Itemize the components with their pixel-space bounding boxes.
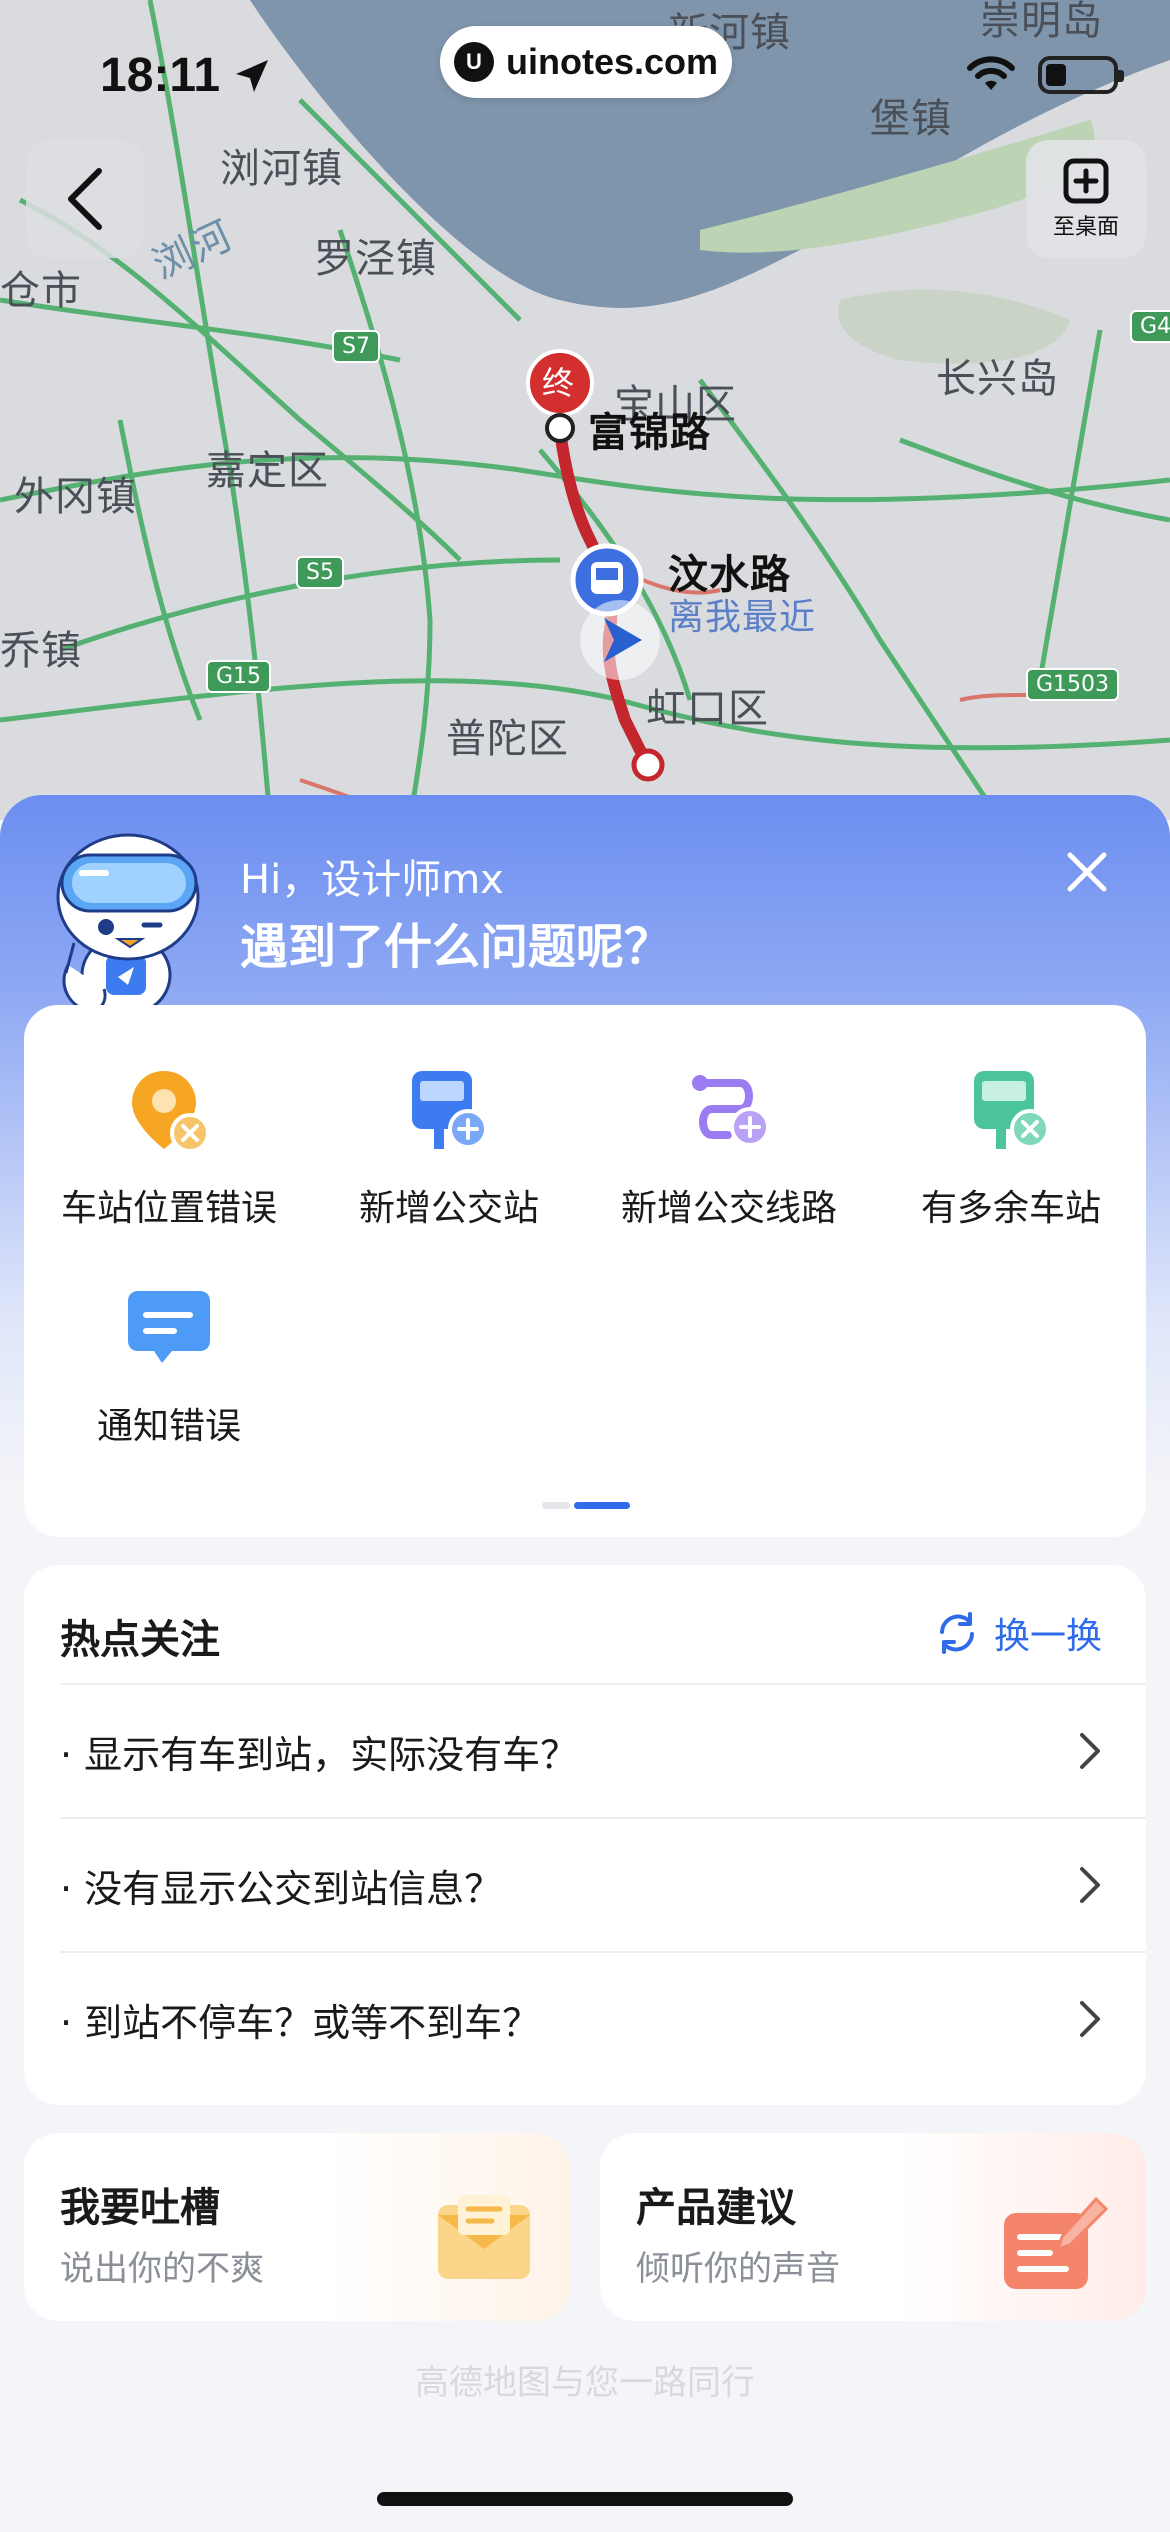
back-button[interactable] <box>26 140 144 258</box>
map-label-jiading: 嘉定区 <box>206 448 329 494</box>
map-canvas <box>0 0 1170 820</box>
refresh-button[interactable]: 换一换 <box>936 1607 1102 1659</box>
add-to-desktop-label: 至桌面 <box>1052 215 1119 240</box>
map-label-baozhen: 堡镇 <box>870 96 952 142</box>
hot-topic-row[interactable]: · 没有显示公交到站信息？ <box>60 1817 1146 1951</box>
refresh-icon <box>939 1612 974 1654</box>
map-label-putuo: 普陀区 <box>446 716 569 762</box>
option-label: 新增公交线路 <box>620 1188 837 1229</box>
greeting-question: 遇到了什么问题呢？ <box>240 919 673 975</box>
hot-topic-row[interactable]: · 显示有车到站，实际没有车？ <box>60 1683 1146 1817</box>
map-label-qiao: 乔镇 <box>0 628 82 674</box>
wifi-icon <box>967 56 1015 90</box>
hot-topic-text: · 没有显示公交到站信息？ <box>60 1866 503 1911</box>
page-dot <box>542 1502 570 1509</box>
watermark-badge: U uinotes.com <box>440 26 732 98</box>
location-arrow-icon <box>236 60 268 92</box>
redundant-stop-icon <box>974 1071 1050 1149</box>
refresh-label: 换一换 <box>993 1616 1102 1657</box>
map-label-luojing: 罗泾镇 <box>314 236 437 282</box>
add-to-desktop-button[interactable]: 至桌面 <box>1026 140 1146 258</box>
option-label: 通知错误 <box>96 1406 241 1447</box>
location-error-icon <box>132 1071 210 1153</box>
home-indicator <box>377 2492 793 2506</box>
page-dot-active <box>574 1502 630 1509</box>
chevron-left-icon <box>68 168 102 230</box>
suggest-subtitle: 倾听你的声音 <box>636 2249 840 2289</box>
map-label-fujinlu: 富锦路 <box>588 410 711 456</box>
road-shield-s5: S5 <box>296 556 344 589</box>
option-label: 有多余车站 <box>920 1188 1101 1229</box>
hot-topics-title: 热点关注 <box>60 1617 220 1663</box>
option-add-bus-stop[interactable]: 新增公交站 <box>314 1065 584 1231</box>
hot-topic-row[interactable]: · 到站不停车？或等不到车？ <box>60 1951 1146 2085</box>
option-add-bus-route[interactable]: 新增公交线路 <box>594 1065 864 1231</box>
map-view[interactable]: 新河镇 堡镇 崇明岛 浏河镇 浏河 罗泾镇 仓市 宝山区 富锦路 长兴岛 嘉定区… <box>0 0 1170 820</box>
option-redundant-stop[interactable]: 有多余车站 <box>876 1065 1146 1231</box>
road-shield-g1503: G1503 <box>1026 668 1120 701</box>
chevron-right-icon <box>1080 1733 1100 1769</box>
page-indicator <box>542 1502 630 1509</box>
close-icon[interactable] <box>1060 845 1114 899</box>
map-label-changxing: 长兴岛 <box>936 356 1059 402</box>
option-label: 车站位置错误 <box>60 1188 277 1229</box>
map-label-cangshi: 仓市 <box>0 268 82 314</box>
chevron-right-icon <box>1080 2001 1100 2037</box>
map-label-liuhe: 浏河镇 <box>220 146 343 192</box>
road-shield-s7: S7 <box>332 330 380 363</box>
status-time: 18:11 <box>100 49 221 102</box>
complain-subtitle: 说出你的不爽 <box>60 2249 264 2289</box>
hot-topic-text: · 显示有车到站，实际没有车？ <box>60 1732 579 1777</box>
road-shield-g15: G15 <box>206 660 272 693</box>
watermark-text: uinotes.com <box>505 41 719 82</box>
road-shield-g4: G4 <box>1130 310 1170 343</box>
map-label-hongkou: 虹口区 <box>646 686 769 732</box>
edit-icon <box>1004 2196 1109 2289</box>
option-label: 新增公交站 <box>358 1188 539 1229</box>
greeting-text: Hi，设计师mx <box>240 857 504 903</box>
notice-error-icon <box>128 1291 210 1363</box>
chevron-right-icon <box>1080 1867 1100 1903</box>
map-label-nearest: 离我最近 <box>668 597 817 638</box>
complain-card[interactable]: 我要吐槽 说出你的不爽 <box>24 2133 570 2321</box>
plus-square-icon <box>1063 158 1109 204</box>
option-station-location-error[interactable]: 车站位置错误 <box>34 1065 304 1231</box>
battery-icon <box>1038 56 1124 94</box>
map-label-waigang: 外冈镇 <box>14 474 137 520</box>
mascot-icon <box>56 833 200 1017</box>
suggest-title: 产品建议 <box>636 2185 796 2231</box>
feedback-sheet: Hi，设计师mx 遇到了什么问题呢？ 车站位置错误 新增公交站 新增公交线路 有… <box>0 795 1170 2532</box>
add-bus-stop-icon <box>412 1071 488 1149</box>
status-indicators <box>966 56 1124 94</box>
suggest-card[interactable]: 产品建议 倾听你的声音 <box>600 2133 1146 2321</box>
issue-options-card: 车站位置错误 新增公交站 新增公交线路 有多余车站 通知错误 <box>24 1005 1146 1537</box>
hot-topics-card: 热点关注 换一换 · 显示有车到站，实际没有车？ · 没有显示公交到站信息？ ·… <box>24 1565 1146 2105</box>
end-marker-label: 终 <box>542 364 576 402</box>
hot-topic-text: · 到站不停车？或等不到车？ <box>60 2000 541 2045</box>
option-notice-error[interactable]: 通知错误 <box>34 1283 304 1449</box>
add-bus-route-icon <box>692 1075 770 1147</box>
map-label-zongming: 崇明岛 <box>980 0 1103 44</box>
complain-title: 我要吐槽 <box>60 2185 220 2231</box>
footer-slogan: 高德地图与您一路同行 <box>415 2363 755 2403</box>
mail-icon <box>438 2195 530 2279</box>
watermark-logo: U <box>453 42 494 82</box>
